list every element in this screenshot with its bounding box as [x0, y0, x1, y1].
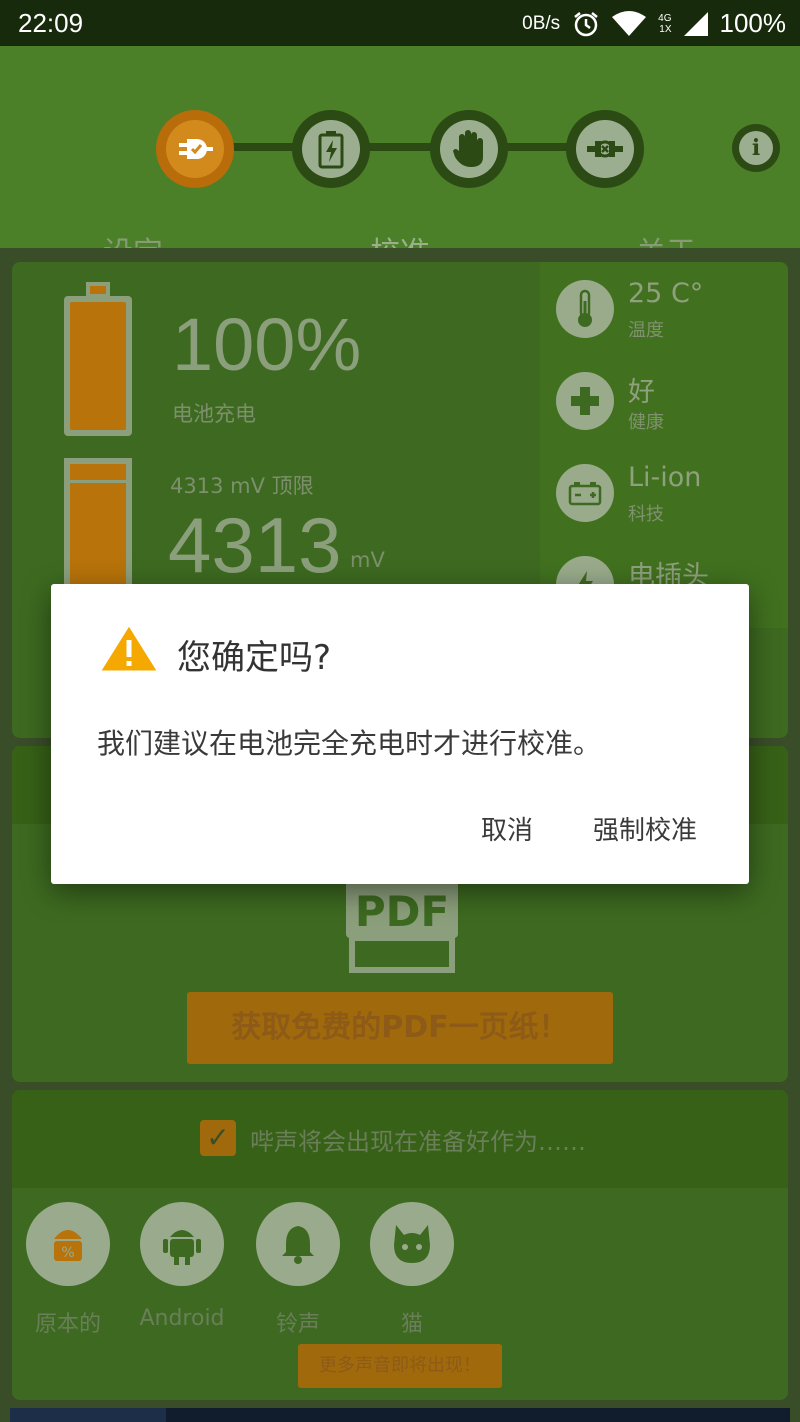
battery-percent: 100%: [172, 303, 362, 386]
beep-description: 哔声将会出现在准备好作为……: [250, 1128, 586, 1156]
step-unplug[interactable]: [566, 110, 644, 188]
battery-details-panel: 25 C° 温度 好 健康 Li-ion 科技 电插头: [540, 262, 788, 628]
technology-label: 科技: [628, 504, 664, 525]
health-value: 好: [628, 377, 655, 408]
get-pdf-button[interactable]: 获取免费的PDF一页纸！: [187, 992, 613, 1064]
voltage-limit-label: 4313 mV 顶限: [170, 474, 314, 498]
plus-icon: [556, 372, 614, 430]
battery-level-icon: [64, 282, 132, 436]
more-sounds-button[interactable]: 更多声音即将出现！: [298, 1344, 502, 1388]
status-bar: 22:09 0B/s 4G 1X 100%: [0, 0, 800, 46]
cancel-button[interactable]: 取消: [481, 810, 533, 847]
plug-step-icon: [179, 139, 213, 159]
confirm-dialog: 您确定吗? 我们建议在电池完全充电时才进行校准。 取消 强制校准: [51, 584, 749, 884]
temperature-label: 温度: [628, 320, 664, 341]
health-label: 健康: [628, 412, 664, 433]
battery-voltage: 4313: [168, 501, 342, 589]
voltage-unit: mV: [350, 548, 385, 572]
voltage-bar-icon: [64, 458, 132, 598]
step-wait[interactable]: [430, 110, 508, 188]
sound-cat-label: 猫: [400, 1312, 423, 1337]
step-plug[interactable]: [156, 110, 234, 188]
unplug-step-icon: [587, 140, 623, 158]
thermometer-icon: [556, 280, 614, 338]
step-charge[interactable]: [292, 110, 370, 188]
android-original-icon: %: [26, 1202, 110, 1286]
detail-temperature: 25 C° 温度: [556, 278, 786, 348]
battery-tech-icon: [556, 464, 614, 522]
android-icon: [140, 1202, 224, 1286]
bottom-ad-strip: [10, 1408, 790, 1422]
hand-step-icon: [453, 130, 483, 167]
dialog-title: 您确定吗?: [177, 638, 332, 678]
info-button[interactable]: i: [732, 124, 780, 172]
detail-health: 好 健康: [556, 370, 786, 440]
bell-icon: [256, 1202, 340, 1286]
status-icons: 0B/s 4G 1X 100%: [522, 8, 786, 39]
steps-connector: [196, 143, 606, 151]
network-4g-label: 4G: [658, 12, 672, 24]
battery-percent-label: 电池充电: [172, 402, 256, 426]
warning-icon: [97, 621, 161, 674]
battery-charge-step-icon: [318, 131, 344, 169]
app-header: i 设定 校准 关于: [0, 46, 800, 292]
network-1x-label: 1X: [659, 23, 672, 35]
temperature-value: 25 C°: [628, 278, 704, 309]
network-speed: 0B/s: [522, 12, 561, 34]
sound-cat[interactable]: 猫: [362, 1202, 462, 1338]
status-time: 22:09: [18, 8, 84, 38]
pdf-icon: PDF: [346, 878, 458, 973]
dialog-message: 我们建议在电池完全充电时才进行校准。: [97, 727, 602, 760]
sound-android-label: Android: [139, 1306, 225, 1331]
svg-text:%: %: [61, 1245, 74, 1261]
cat-icon: [370, 1202, 454, 1286]
sound-original-label: 原本的: [34, 1312, 101, 1337]
sound-ringtone[interactable]: 铃声: [248, 1202, 348, 1338]
alarm-icon: [574, 11, 598, 36]
battery-percent-status: 100%: [719, 8, 787, 38]
detail-technology: Li-ion 科技: [556, 462, 786, 532]
mobile-network-type: 4G 1X: [658, 13, 671, 35]
sound-card: ✓ 哔声将会出现在准备好作为…… % 原本的 Android 铃声 猫 更多声音…: [12, 1090, 788, 1400]
technology-value: Li-ion: [628, 462, 702, 493]
pdf-icon-text: PDF: [355, 887, 449, 936]
sound-original[interactable]: % 原本的: [18, 1202, 118, 1338]
beep-checkbox[interactable]: ✓: [200, 1120, 236, 1156]
sound-ringtone-label: 铃声: [275, 1312, 320, 1337]
info-icon: i: [739, 131, 773, 165]
signal-icon: [683, 11, 708, 36]
force-calibrate-button[interactable]: 强制校准: [593, 810, 697, 847]
sound-android[interactable]: Android: [132, 1202, 232, 1331]
wifi-icon: [612, 10, 647, 36]
